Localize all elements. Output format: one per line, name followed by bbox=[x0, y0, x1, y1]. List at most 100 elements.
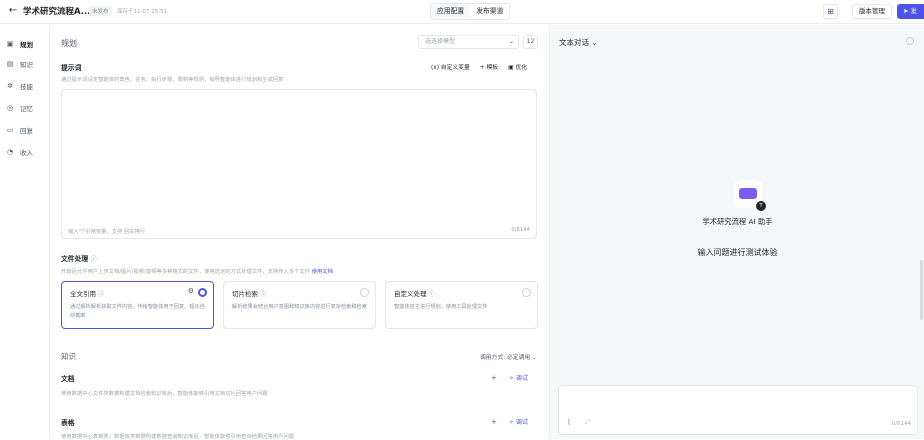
prompt-title: 提示词 bbox=[61, 64, 82, 72]
chevron-down-icon: ⌄ bbox=[589, 38, 598, 47]
sidebar-item-label: 知识 bbox=[20, 61, 33, 69]
send-icon: ➤ bbox=[903, 7, 911, 15]
custom-variable-button[interactable]: (x) 自定义变量 bbox=[431, 62, 470, 71]
table-knowledge-title: 表格 bbox=[61, 419, 75, 427]
chat-input[interactable]: ⌇ ⤢ 0/6144 bbox=[558, 385, 918, 435]
debug-icon: ✧ bbox=[508, 375, 516, 382]
prompt-desc: 通过提示词设定智能体的角色、任务、执行步骤、限制等规则，指导智能体进行规划和生成… bbox=[61, 77, 284, 83]
option-full-text[interactable]: 全文引用 ⓘ ⚙ 通过解析解析获取文件内容，传给智能体用于回复。超长自动截断 bbox=[61, 281, 214, 329]
arrow-left-icon[interactable]: ← bbox=[6, 4, 20, 18]
version-management-button[interactable]: 版本管理 bbox=[852, 4, 892, 19]
prompt-textarea[interactable]: 输入"/"引用变量，支持 回车换行 0/6144 bbox=[61, 89, 537, 239]
chat-mode-select[interactable]: 文本对话 ⌄ bbox=[559, 37, 598, 48]
doc-knowledge-desc: 使用数据中心文件类数据构建文档检索知识库后，智能体能够引用文档切片回答用户问题 bbox=[61, 391, 268, 397]
optimize-label: 优化 bbox=[515, 65, 528, 71]
memory-icon: ◎ bbox=[6, 104, 14, 112]
skill-icon: ✲ bbox=[7, 82, 13, 90]
info-icon: ⓘ bbox=[428, 291, 435, 298]
option-title-label: 切片检索 bbox=[232, 290, 258, 298]
sidebar: ▣ 规划 ▤ 知识 ✲ 技能 ◎ 记忆 ▭ 回复 ◔ 收入 bbox=[0, 25, 50, 439]
text-badge-icon: T bbox=[756, 201, 766, 211]
call-mode-label: 调用方式: 必定调用 bbox=[480, 355, 531, 361]
file-title-label: 文件处理 bbox=[61, 255, 89, 263]
chat-panel: 文本对话 ⌄ T 学术研究流程 AI 助手 输入问题进行测试体验 ⌇ ⤢ 0/6… bbox=[549, 25, 924, 439]
radio-selected[interactable] bbox=[198, 288, 207, 297]
sidebar-item-reply[interactable]: ▭ 回复 bbox=[5, 123, 45, 137]
tab-app-config[interactable]: 应用配置 bbox=[431, 4, 470, 19]
chat-counter: 0/6144 bbox=[891, 421, 911, 427]
sidebar-item-memory[interactable]: ◎ 记忆 bbox=[5, 101, 45, 115]
file-desc-text: 开启后允许用户上传文档/图片/视频/音频等多种格式的文件，使用选定的方式处理文件… bbox=[61, 269, 311, 275]
sidebar-item-label: 规划 bbox=[20, 41, 33, 49]
option-title-label: 全文引用 bbox=[70, 290, 96, 298]
plus-icon: + bbox=[479, 65, 487, 71]
use-doc-link[interactable]: 使用文档 bbox=[312, 269, 333, 275]
custom-variable-label: 自定义变量 bbox=[440, 65, 470, 71]
prompt-counter: 0/6144 bbox=[511, 227, 530, 233]
chat-title-label: 文本对话 bbox=[559, 38, 589, 47]
bot-icon bbox=[739, 188, 757, 199]
attachment-icon[interactable]: ⌇ bbox=[567, 418, 571, 427]
app-title: 学术研究流程A... bbox=[23, 7, 91, 17]
doc-debug-button[interactable]: 调试 bbox=[516, 375, 528, 382]
option-custom[interactable]: 自定义处理 ⓘ 智能体自主进行规划，使用工具处理文件 bbox=[385, 281, 538, 329]
chat-hint: 输入问题进行测试体验 bbox=[697, 248, 778, 257]
option-title: 自定义处理 ⓘ bbox=[394, 288, 435, 298]
debug-icon: ✧ bbox=[508, 419, 516, 426]
info-icon: ⓘ bbox=[98, 291, 105, 298]
table-debug-button[interactable]: 调试 bbox=[516, 419, 528, 426]
chevron-down-icon: ⌄ bbox=[530, 355, 537, 361]
publish-label: 发 bbox=[910, 7, 918, 15]
optimize-button[interactable]: ▣ 优化 bbox=[508, 62, 527, 71]
scrollbar[interactable] bbox=[920, 260, 923, 320]
template-button[interactable]: + 模板 bbox=[480, 62, 498, 71]
radio-unselected[interactable] bbox=[360, 288, 369, 297]
prompt-placeholder: 输入"/"引用变量，支持 回车换行 bbox=[68, 229, 146, 235]
option-desc: 解析结果会结合用户意图和知识库内容进行复杂检索和检索 bbox=[232, 304, 367, 310]
book-icon: ▤ bbox=[6, 60, 14, 68]
call-mode-select[interactable]: 调用方式: 必定调用 ⌄ bbox=[480, 352, 537, 361]
option-title-label: 自定义处理 bbox=[394, 290, 427, 298]
info-icon: ⓘ bbox=[260, 291, 267, 298]
sidebar-item-income[interactable]: ◔ 收入 bbox=[5, 145, 45, 159]
info-icon[interactable]: ⓘ bbox=[91, 256, 97, 263]
option-title: 切片检索 ⓘ bbox=[232, 288, 266, 298]
plan-icon: ▣ bbox=[6, 40, 14, 48]
gear-icon[interactable]: ⚙ bbox=[188, 287, 194, 295]
income-icon: ◔ bbox=[6, 148, 14, 156]
grid-icon[interactable]: ⊞ bbox=[823, 4, 838, 19]
add-doc-button[interactable]: + bbox=[491, 374, 497, 382]
variable-icon: (x) bbox=[431, 65, 441, 71]
sidebar-item-skill[interactable]: ✲ 技能 bbox=[5, 79, 45, 93]
tab-publish-channel[interactable]: 发布渠道 bbox=[470, 4, 510, 19]
number-box[interactable]: 12 bbox=[523, 35, 538, 49]
option-desc: 智能体自主进行规划，使用工具处理文件 bbox=[394, 304, 488, 310]
chevron-down-icon: ⌄ bbox=[508, 38, 514, 45]
saved-timestamp: 保存于11:07:25:51 bbox=[117, 9, 168, 15]
expand-icon[interactable]: ⤢ bbox=[585, 418, 591, 427]
sidebar-item-label: 回复 bbox=[20, 127, 33, 135]
file-section-title: 文件处理 ⓘ bbox=[61, 253, 97, 263]
add-table-button[interactable]: + bbox=[491, 418, 497, 426]
sidebar-item-knowledge[interactable]: ▤ 知识 bbox=[5, 57, 45, 71]
model-select-placeholder: 选选择模型 bbox=[425, 38, 456, 45]
sidebar-item-label: 收入 bbox=[20, 149, 33, 157]
file-section-desc: 开启后允许用户上传文档/图片/视频/音频等多种格式的文件，使用选定的方式处理文件… bbox=[61, 267, 333, 275]
reply-icon: ▭ bbox=[6, 126, 14, 134]
sidebar-item-label: 技能 bbox=[20, 83, 33, 91]
top-bar: ← 学术研究流程A... 未发布 保存于11:07:25:51 应用配置 发布渠… bbox=[0, 0, 924, 24]
prompt-actions: (x) 自定义变量 + 模板 ▣ 优化 bbox=[431, 62, 527, 71]
sidebar-item-plan[interactable]: ▣ 规划 bbox=[5, 37, 45, 51]
publish-button[interactable]: ➤ 发 bbox=[897, 4, 924, 19]
model-select[interactable]: 选选择模型 ⌄ bbox=[418, 35, 519, 49]
doc-knowledge-actions: + ✧ 调试 bbox=[491, 373, 528, 382]
bot-name: 学术研究流程 AI 助手 bbox=[702, 217, 773, 226]
option-title: 全文引用 ⓘ bbox=[70, 288, 104, 298]
clear-chat-icon[interactable] bbox=[906, 37, 914, 45]
config-panel: 规划 选选择模型 ⌄ 12 提示词 通过提示词设定智能体的角色、任务、执行步骤、… bbox=[51, 25, 548, 440]
radio-unselected[interactable] bbox=[522, 288, 531, 297]
status-badge: 未发布 bbox=[89, 6, 112, 16]
template-label: 模板 bbox=[486, 65, 499, 71]
option-slice-search[interactable]: 切片检索 ⓘ 解析结果会结合用户意图和知识库内容进行复杂检索和检索 bbox=[223, 281, 376, 329]
knowledge-title: 知识 bbox=[61, 352, 76, 361]
